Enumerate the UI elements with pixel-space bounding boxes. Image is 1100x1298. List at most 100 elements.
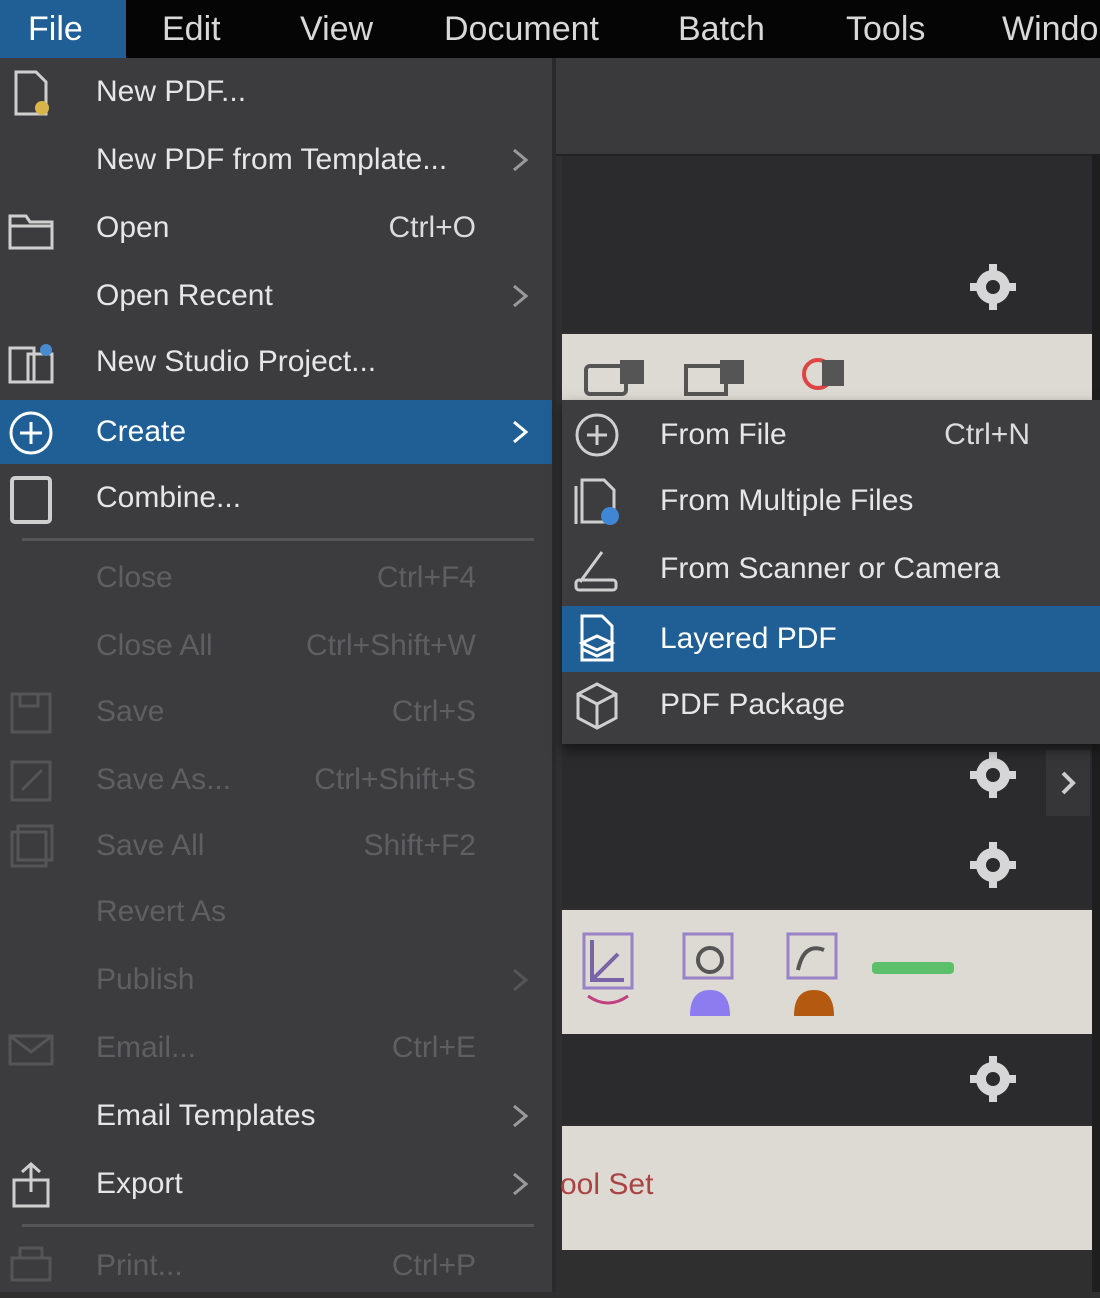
chevron-right-icon — [1061, 771, 1076, 795]
chevron-right-icon — [513, 420, 529, 444]
submenu-item-from-multiple-files[interactable]: From Multiple Files — [562, 468, 1100, 534]
menu-item-label: New Studio Project... — [96, 345, 377, 378]
submenu-item-label: PDF Package — [660, 688, 846, 721]
print-icon — [10, 1246, 52, 1282]
menu-item-close-all[interactable]: Close All Ctrl+Shift+W — [0, 614, 552, 678]
menu-bar: File Edit View Document Batch Tools Wind… — [0, 0, 1100, 58]
menu-item-new-from-template[interactable]: New PDF from Template... — [0, 128, 552, 192]
folder-icon — [8, 214, 54, 250]
menu-file[interactable]: File — [0, 0, 126, 58]
menu-separator — [22, 1224, 534, 1227]
layered-pdf-icon — [578, 614, 616, 662]
from-file-icon — [575, 413, 619, 457]
menu-batch[interactable]: Batch — [648, 0, 816, 58]
highlight-line-icon[interactable] — [868, 956, 958, 980]
menu-item-new-studio-project[interactable]: New Studio Project... — [0, 330, 552, 394]
submenu-item-label: Layered PDF — [660, 622, 837, 655]
menu-item-new-pdf[interactable]: New PDF... — [0, 60, 552, 124]
menu-item-label: Save As... — [96, 763, 232, 796]
submenu-item-label: From File — [660, 418, 787, 451]
menu-item-print[interactable]: Print... Ctrl+P — [0, 1234, 552, 1298]
menu-item-save-all[interactable]: Save All Shift+F2 — [0, 814, 552, 878]
menu-item-label: Publish — [96, 963, 195, 996]
submenu-item-shortcut: Ctrl+N — [944, 418, 1030, 451]
menu-item-open[interactable]: Open Ctrl+O — [0, 196, 552, 260]
stamp-tool-icon[interactable] — [580, 356, 650, 396]
menu-item-shortcut: Ctrl+Shift+W — [305, 629, 476, 662]
app-toolbar-area — [556, 58, 1100, 156]
menu-item-label: Combine... — [96, 481, 242, 514]
save-icon — [10, 692, 52, 734]
gear-icon[interactable] — [968, 262, 1018, 312]
chevron-right-icon — [513, 1172, 529, 1196]
menu-item-email-templates[interactable]: Email Templates — [0, 1084, 552, 1148]
menu-item-export[interactable]: Export — [0, 1152, 552, 1216]
menu-item-label: Export — [96, 1167, 183, 1200]
gear-icon[interactable] — [968, 1054, 1018, 1104]
menu-item-label: New PDF from Template... — [96, 143, 448, 176]
user-stamp-icon[interactable] — [680, 930, 740, 1020]
save-all-icon — [10, 824, 54, 868]
menu-item-shortcut: Ctrl+F4 — [376, 561, 476, 594]
chevron-right-icon — [513, 1104, 529, 1128]
submenu-item-label: From Multiple Files — [660, 484, 914, 517]
menu-item-label: Revert As — [96, 895, 227, 928]
tool-set-label: ool Set — [560, 1168, 654, 1201]
menu-item-label: Email... — [96, 1031, 197, 1064]
menu-edit[interactable]: Edit — [132, 0, 270, 58]
menu-item-email[interactable]: Email... Ctrl+E — [0, 1016, 552, 1080]
menu-item-label: Print... — [96, 1249, 183, 1282]
menu-item-label: Open — [96, 211, 170, 244]
chevron-right-icon — [513, 284, 529, 308]
menu-separator — [22, 538, 534, 541]
submenu-item-pdf-package[interactable]: PDF Package — [562, 672, 1100, 738]
menu-item-close[interactable]: Close Ctrl+F4 — [0, 546, 552, 610]
menu-item-save-as[interactable]: Save As... Ctrl+Shift+S — [0, 748, 552, 812]
new-pdf-icon — [14, 70, 49, 116]
menu-item-label: Save — [96, 695, 165, 728]
panel-expand-button[interactable] — [1046, 750, 1090, 816]
submenu-item-layered-pdf[interactable]: Layered PDF — [562, 606, 1100, 672]
menu-item-label: Open Recent — [96, 279, 273, 312]
menu-view[interactable]: View — [270, 0, 414, 58]
menu-item-save[interactable]: Save Ctrl+S — [0, 680, 552, 744]
menu-item-label: Email Templates — [96, 1099, 316, 1132]
plus-circle-icon — [9, 411, 53, 455]
menu-item-create[interactable]: Create — [0, 400, 552, 464]
multiple-files-icon — [574, 478, 619, 525]
menu-window[interactable]: Windo — [972, 0, 1098, 58]
measure-tools-strip — [562, 910, 1092, 1034]
profile-stamp-icon[interactable] — [784, 930, 844, 1020]
export-icon — [12, 1161, 50, 1208]
menu-tools[interactable]: Tools — [816, 0, 972, 58]
tool-panel-strip — [562, 334, 1092, 400]
menu-item-shortcut: Ctrl+P — [391, 1249, 476, 1282]
menu-item-label: Create — [96, 415, 187, 448]
gear-icon[interactable] — [968, 840, 1018, 890]
studio-project-icon — [8, 344, 54, 384]
menu-item-publish[interactable]: Publish — [0, 948, 552, 1012]
chevron-right-icon — [513, 968, 529, 992]
menu-item-label: Close All — [96, 629, 213, 662]
image-tool-icon[interactable] — [680, 356, 750, 396]
menu-item-open-recent[interactable]: Open Recent — [0, 264, 552, 328]
menu-item-revert[interactable]: Revert As — [0, 880, 552, 944]
menu-document[interactable]: Document — [414, 0, 648, 58]
file-menu: New PDF... New PDF from Template... Open… — [0, 58, 556, 1292]
chevron-right-icon — [513, 148, 529, 172]
markup-tool-icon[interactable] — [798, 356, 858, 396]
gear-icon[interactable] — [968, 750, 1018, 800]
menu-item-shortcut: Ctrl+Shift+S — [314, 763, 476, 796]
submenu-item-from-scanner[interactable]: From Scanner or Camera — [562, 536, 1100, 602]
menu-item-shortcut: Ctrl+O — [388, 211, 476, 244]
menu-item-label: Close — [96, 561, 173, 594]
submenu-item-from-file[interactable]: From File Ctrl+N — [562, 402, 1100, 468]
email-icon — [8, 1034, 54, 1066]
menu-item-shortcut: Ctrl+E — [391, 1031, 476, 1064]
create-submenu: From File Ctrl+N From Multiple Files Fro… — [562, 400, 1100, 744]
menu-item-combine[interactable]: Combine... — [0, 466, 552, 530]
submenu-item-label: From Scanner or Camera — [660, 552, 1001, 585]
menu-item-label: New PDF... — [96, 75, 247, 108]
measure-angle-icon[interactable] — [578, 930, 638, 1010]
combine-icon — [10, 476, 52, 524]
